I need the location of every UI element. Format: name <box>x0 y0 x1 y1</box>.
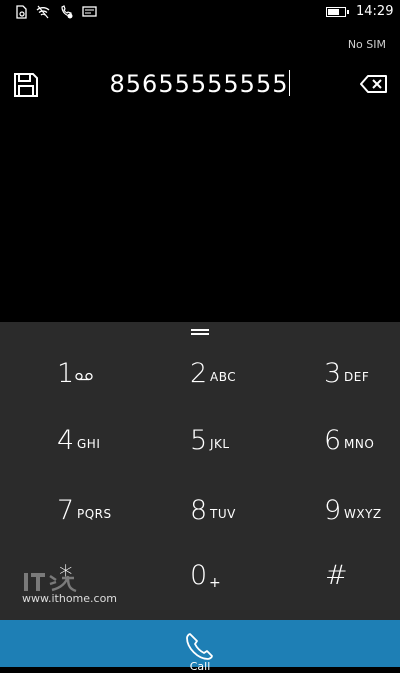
key-letters: JKL <box>210 437 230 451</box>
key-4[interactable]: 4 GHI <box>57 419 177 463</box>
key-3[interactable]: 3 DEF <box>324 352 400 396</box>
key-digit: # <box>325 560 348 591</box>
save-icon[interactable] <box>13 72 39 98</box>
key-digit: 2 <box>190 358 208 389</box>
battery-level <box>328 9 339 15</box>
key-digit: 5 <box>190 425 208 456</box>
key-0[interactable]: 0 + <box>190 554 310 598</box>
voicemail-icon <box>75 372 93 381</box>
key-letters: WXYZ <box>344 507 382 521</box>
key-letters: DEF <box>344 370 370 384</box>
key-digit: 6 <box>324 425 342 456</box>
wifi-icon <box>36 5 50 19</box>
key-9[interactable]: 9 WXYZ <box>324 489 400 533</box>
key-5[interactable]: 5 JKL <box>190 419 310 463</box>
key-letters: PQRS <box>77 507 112 521</box>
key-8[interactable]: 8 TUV <box>190 489 310 533</box>
key-1[interactable]: 1 <box>57 352 177 396</box>
message-icon <box>82 6 97 17</box>
key-digit: 4 <box>57 425 75 456</box>
watermark-text: www.ithome.com <box>22 592 118 605</box>
key-letters: MNO <box>344 437 375 451</box>
key-digit: 1 <box>57 358 75 389</box>
key-digit: 9 <box>324 495 342 526</box>
key-letters: GHI <box>77 437 101 451</box>
battery-icon <box>326 7 349 17</box>
key-letters: TUV <box>210 507 236 521</box>
sim-icon <box>16 5 27 19</box>
key-digit: 3 <box>324 358 342 389</box>
key-digit: 8 <box>190 495 208 526</box>
text-cursor <box>289 70 291 96</box>
carrier-label: No SIM <box>347 38 386 51</box>
status-bar: 14:29 <box>0 0 400 26</box>
key-digit: 0 <box>190 560 208 591</box>
key-letters: + <box>209 575 222 591</box>
keypad-collapse-handle[interactable] <box>191 329 209 335</box>
backspace-icon[interactable] <box>360 74 388 94</box>
key-7[interactable]: 7 PQRS <box>57 489 177 533</box>
number-entry-row: 85655555555 <box>0 70 400 104</box>
call-bar[interactable]: Call <box>0 620 400 673</box>
key-hash[interactable]: # <box>325 554 400 598</box>
key-letters: ABC <box>210 370 237 384</box>
status-time: 14:29 <box>356 4 394 19</box>
call-forward-icon <box>61 5 73 19</box>
key-6[interactable]: 6 MNO <box>324 419 400 463</box>
ithome-logo <box>24 573 77 593</box>
dialed-number[interactable]: 85655555555 <box>0 70 400 98</box>
dialed-number-text: 85655555555 <box>109 70 289 98</box>
key-2[interactable]: 2 ABC <box>190 352 310 396</box>
key-digit: 7 <box>57 495 75 526</box>
